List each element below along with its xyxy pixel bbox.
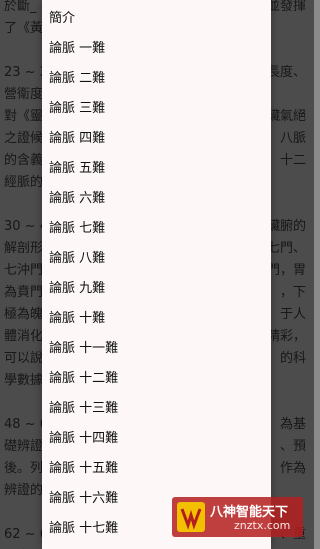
menu-item-chapter[interactable]: 論脈 十二難 (42, 364, 271, 394)
menu-item-chapter[interactable]: 論脈 六難 (42, 184, 271, 214)
watermark-subtitle: znztx.com (234, 519, 291, 532)
menu-item-chapter[interactable]: 論脈 五難 (42, 154, 271, 184)
chapter-menu: 簡介 論脈 一難 論脈 二難 論脈 三難 論脈 四難 論脈 五難 論脈 六難 論脈 七難 論脈 … (42, 0, 271, 549)
menu-item-chapter[interactable]: 論脈 十四難 (42, 424, 271, 454)
watermark-logo-icon (177, 502, 205, 532)
menu-item-chapter[interactable]: 論脈 十一難 (42, 334, 271, 364)
menu-item-chapter[interactable]: 論脈 一難 (42, 34, 271, 64)
menu-item-chapter[interactable]: 論脈 三難 (42, 94, 271, 124)
menu-item-chapter[interactable]: 論脈 七難 (42, 214, 271, 244)
menu-item-chapter[interactable]: 論脈 十難 (42, 304, 271, 334)
menu-item-chapter[interactable]: 論脈 十五難 (42, 454, 271, 484)
menu-item-chapter[interactable]: 論脈 十三難 (42, 394, 271, 424)
menu-item-chapter[interactable]: 論脈 九難 (42, 274, 271, 304)
site-watermark: 八神智能天下 znztx.com (172, 497, 303, 537)
menu-item-chapter[interactable]: 論脈 八難 (42, 244, 271, 274)
menu-item-chapter[interactable]: 論脈 二難 (42, 64, 271, 94)
menu-item-chapter[interactable]: 論脈 四難 (42, 124, 271, 154)
menu-item-intro[interactable]: 簡介 (42, 4, 271, 34)
watermark-title: 八神智能天下 (210, 505, 289, 520)
reader-screen: 於斷_ ，並發揮 了《黃 23 ~ 2 長度、 營衛度 對《靈 臟氣絕 之證候 八脈 的含義 十二 經脈… (0, 0, 314, 549)
